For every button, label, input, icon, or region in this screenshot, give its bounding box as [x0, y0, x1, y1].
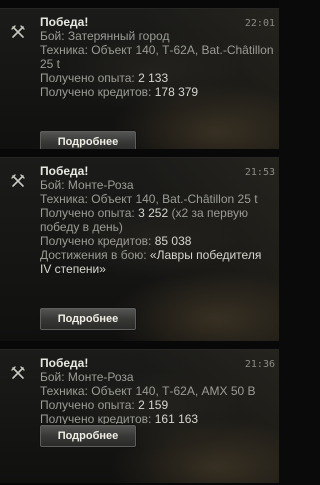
- credits-label: Получено кредитов:: [40, 412, 155, 426]
- details-button[interactable]: Подробнее: [40, 308, 136, 330]
- notification-feed: 22:01 Победа! Бой: Затерянный город Техн…: [0, 0, 279, 485]
- battle-label: Бой:: [40, 178, 68, 192]
- battle-result-notification: 22:01 Победа! Бой: Затерянный город Техн…: [0, 8, 279, 149]
- details-button[interactable]: Подробнее: [40, 425, 136, 447]
- battle-label: Бой:: [40, 29, 68, 43]
- xp-value: 2 159: [138, 398, 169, 412]
- credits-line: Получено кредитов: 178 379: [40, 85, 274, 99]
- battle-map: Монте-Роза: [67, 370, 134, 384]
- battle-map-line: Бой: Затерянный город: [40, 29, 274, 43]
- notification-content: Победа! Бой: Монте-Роза Техника: Объект …: [40, 356, 274, 426]
- battle-map-line: Бой: Монте-Роза: [40, 370, 274, 384]
- credits-label: Получено кредитов:: [40, 234, 155, 248]
- xp-line: Получено опыта: 2 159: [40, 398, 274, 412]
- achievements-label: Достижения в бою:: [40, 248, 150, 262]
- xp-value: 2 133: [138, 71, 169, 85]
- battle-result-notification: 21:53 Победа! Бой: Монте-Роза Техника: О…: [0, 157, 279, 341]
- vehicles-line: Техника: Объект 140, Т-62А, AMX 50 B: [40, 384, 274, 398]
- battle-map: Затерянный город: [67, 29, 170, 43]
- crossed-swords-icon: [11, 25, 25, 39]
- vehicles-list: Объект 140, Bat.-Châtillon 25 t: [91, 192, 258, 206]
- credits-value: 161 163: [154, 412, 199, 426]
- xp-label: Получено опыта:: [40, 206, 139, 220]
- crossed-swords-icon: [11, 174, 25, 188]
- vehicles-line: Техника: Объект 140, Т-62А, Bat.-Châtill…: [40, 43, 274, 71]
- battle-map-line: Бой: Монте-Роза: [40, 178, 274, 192]
- credits-value: 178 379: [154, 85, 199, 99]
- notification-content: Победа! Бой: Затерянный город Техника: О…: [40, 15, 274, 99]
- xp-label: Получено опыта:: [40, 398, 139, 412]
- xp-value: 3 252: [138, 206, 169, 220]
- credits-line: Получено кредитов: 161 163: [40, 412, 274, 426]
- credits-line: Получено кредитов: 85 038: [40, 234, 274, 248]
- achievements-line: Достижения в бою: «Лавры победителя IV с…: [40, 248, 274, 276]
- xp-line: Получено опыта: 2 133: [40, 71, 274, 85]
- xp-label: Получено опыта:: [40, 71, 139, 85]
- notification-content: Победа! Бой: Монте-Роза Техника: Объект …: [40, 164, 274, 276]
- notification-title: Победа!: [40, 356, 89, 370]
- battle-label: Бой:: [40, 370, 68, 384]
- notification-title: Победа!: [40, 164, 89, 178]
- credits-label: Получено кредитов:: [40, 85, 155, 99]
- vehicles-label: Техника:: [40, 384, 92, 398]
- vehicles-list: Объект 140, Т-62А, AMX 50 B: [91, 384, 256, 398]
- battle-result-notification: 21:36 Победа! Бой: Монте-Роза Техника: О…: [0, 349, 279, 483]
- battle-map: Монте-Роза: [67, 178, 134, 192]
- xp-line: Получено опыта: 3 252 (x2 за первую побе…: [40, 206, 274, 234]
- vehicles-label: Техника:: [40, 192, 92, 206]
- details-button[interactable]: Подробнее: [40, 131, 136, 149]
- credits-value: 85 038: [154, 234, 192, 248]
- vehicles-line: Техника: Объект 140, Bat.-Châtillon 25 t: [40, 192, 274, 206]
- notification-title: Победа!: [40, 15, 89, 29]
- vehicles-label: Техника:: [40, 43, 92, 57]
- crossed-swords-icon: [11, 366, 25, 380]
